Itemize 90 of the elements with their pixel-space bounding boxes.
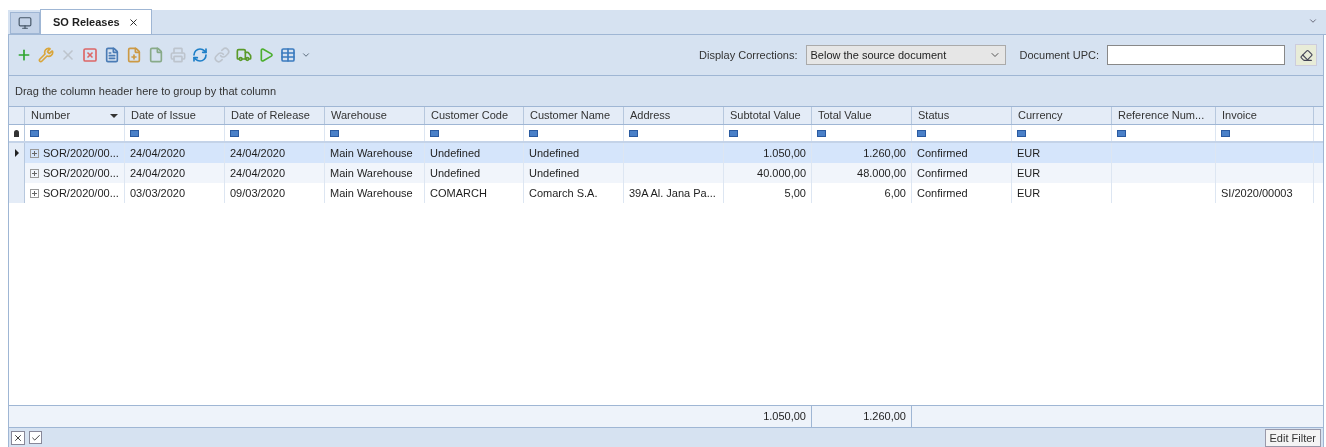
text-filter-icon[interactable] (1221, 129, 1230, 137)
expand-icon[interactable] (30, 168, 39, 178)
text-filter-icon[interactable] (729, 129, 738, 137)
eraser-icon[interactable] (1295, 44, 1317, 66)
table-cell-text: Confirmed (917, 165, 968, 181)
document-upc-field[interactable] (1107, 45, 1285, 65)
column-header[interactable]: Customer Code (425, 107, 524, 124)
table-cell-text: Comarch S.A. (529, 185, 598, 201)
text-filter-icon[interactable] (1117, 129, 1126, 137)
document-icon[interactable] (103, 46, 121, 64)
expand-icon[interactable] (30, 188, 39, 198)
table-cell-text: 24/04/2020 (130, 165, 186, 181)
text-filter-icon[interactable] (30, 129, 39, 137)
expand-icon[interactable] (30, 148, 39, 158)
check-icon (30, 432, 41, 443)
text-filter-icon[interactable] (529, 129, 538, 137)
column-header[interactable]: Invoice (1216, 107, 1314, 124)
truck-icon[interactable] (235, 46, 253, 64)
x-icon (13, 432, 23, 443)
table-cell-text: 24/04/2020 (130, 145, 186, 161)
dropdown-icon[interactable] (1308, 16, 1318, 26)
table-cell-text: 24/04/2020 (230, 165, 286, 181)
clear-filter-button[interactable] (11, 430, 25, 445)
table-cell-text: Undefined (430, 145, 481, 161)
table-cell-text: Main Warehouse (330, 145, 413, 161)
table-cell-text: Confirmed (917, 185, 968, 201)
table-cell-text: 5,00 (784, 185, 806, 201)
text-filter-icon[interactable] (1017, 129, 1026, 137)
table-cell-text: Main Warehouse (330, 185, 413, 201)
column-header[interactable]: Subtotal Value (724, 107, 812, 124)
table-cell-text: 24/04/2020 (230, 145, 286, 161)
text-filter-icon[interactable] (629, 129, 638, 137)
table-cell-text: 09/03/2020 (230, 185, 286, 201)
column-header[interactable]: Number (25, 107, 125, 124)
total-cell-text: 1.260,00 (863, 409, 906, 425)
table-cell-text: SOR/2020/00... (43, 145, 119, 161)
table-cell-text: Undefined (529, 145, 580, 161)
table-cell-text: EUR (1017, 165, 1041, 181)
table-cell-text: SI/2020/00003 (1221, 185, 1293, 201)
table-icon[interactable] (279, 46, 297, 64)
column-header[interactable]: Total Value (812, 107, 912, 124)
table-cell-text: EUR (1017, 145, 1041, 161)
table-cell-text: SOR/2020/00... (43, 185, 119, 201)
table-cell-text: COMARCH (430, 185, 487, 201)
total-cell-text: 1.050,00 (763, 409, 806, 425)
row-selector[interactable] (9, 143, 25, 163)
column-header[interactable]: Address (624, 107, 724, 124)
table-cell-text: 40.000,00 (757, 165, 806, 181)
row-pointer-icon (14, 149, 19, 157)
text-filter-icon[interactable] (817, 129, 826, 137)
table-cell-text: 1.050,00 (763, 145, 806, 161)
column-header[interactable]: Date of Issue (125, 107, 225, 124)
sort-caret-icon (110, 113, 118, 118)
refresh-icon[interactable] (191, 46, 209, 64)
table-cell-text: 39A Al. Jana Pa... (629, 185, 716, 201)
column-header[interactable]: Date of Release (225, 107, 325, 124)
table-cell-text: Undefined (430, 165, 481, 181)
filter-checkbox[interactable] (29, 431, 42, 444)
text-filter-icon[interactable] (917, 129, 926, 137)
edit-filter-button[interactable]: Edit Filter (1264, 428, 1321, 447)
close-icon[interactable] (127, 16, 139, 28)
table-cell-text: SOR/2020/00... (43, 165, 119, 181)
table-cell-text: Main Warehouse (330, 165, 413, 181)
monitor-icon[interactable] (10, 12, 40, 34)
text-filter-icon[interactable] (230, 129, 239, 137)
column-header[interactable]: Status (912, 107, 1012, 124)
table-cell-text: Confirmed (917, 145, 968, 161)
display-corrections-label: Display Corrections: (699, 47, 798, 63)
column-header[interactable]: Reference Num... (1112, 107, 1216, 124)
table-row[interactable]: SOR/2020/00... 24/04/2020 24/04/2020 Main Warehouse Undefined Undefined 1.050,00 1.260,00 Confirmed EUR (9, 143, 1323, 163)
column-header[interactable]: Currency (1012, 107, 1112, 124)
table-cell-text: Undefined (529, 165, 580, 181)
column-header[interactable]: Warehouse (325, 107, 425, 124)
text-filter-icon[interactable] (430, 129, 439, 137)
table-cell-text: EUR (1017, 185, 1041, 201)
square-x-icon[interactable] (81, 46, 99, 64)
table-row[interactable]: SOR/2020/00... 24/04/2020 24/04/2020 Main Warehouse Undefined Undefined 40.000,00 48.000,00 Confirmed EUR (9, 163, 1323, 183)
table-cell-text: 1.260,00 (863, 145, 906, 161)
column-header[interactable]: Customer Name (524, 107, 624, 124)
caret-icon[interactable] (301, 50, 311, 60)
text-filter-icon[interactable] (130, 129, 139, 137)
table-cell-text: 03/03/2020 (130, 185, 186, 201)
group-panel-hint: Drag the column header here to group by that column (15, 83, 277, 99)
display-corrections-select[interactable]: Below the source document (805, 45, 1006, 65)
document-upc-label: Document UPC: (1019, 47, 1099, 63)
tab[interactable]: SO Releases (40, 9, 152, 34)
text-filter-icon[interactable] (330, 129, 339, 137)
filter-pin-icon (14, 129, 19, 137)
table-cell-text: 48.000,00 (857, 165, 906, 181)
table-cell-text: 6,00 (884, 185, 906, 201)
